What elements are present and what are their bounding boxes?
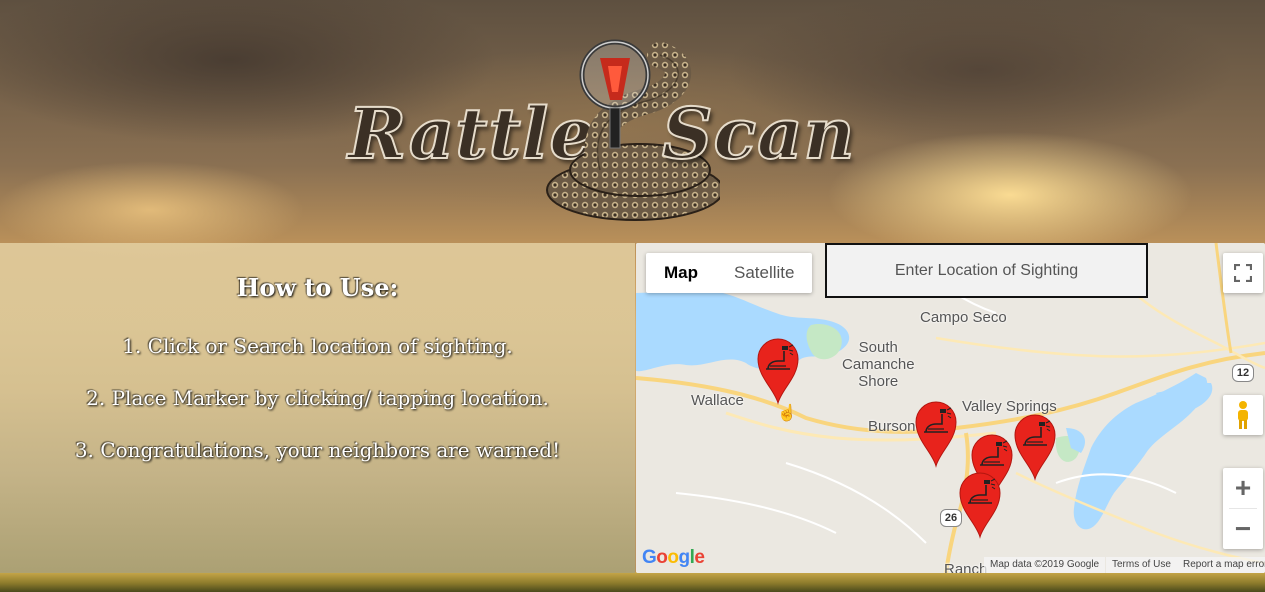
snake-sighting-marker[interactable]: [914, 400, 958, 468]
map-type-control: Map Satellite: [646, 253, 813, 293]
hand-cursor-icon: ☝: [777, 405, 797, 422]
google-logo[interactable]: Google: [642, 547, 705, 569]
place-label-rancho: Ranch: [944, 561, 988, 573]
place-label-wallace: Wallace: [691, 392, 744, 409]
snake-sighting-marker[interactable]: [958, 471, 1002, 539]
snake-sighting-marker[interactable]: [756, 337, 800, 405]
report-map-error-link[interactable]: Report a map error: [1177, 557, 1265, 573]
terms-of-use-link[interactable]: Terms of Use: [1106, 557, 1177, 573]
map-type-satellite-button[interactable]: Satellite: [716, 253, 812, 293]
pegman-icon: [1238, 401, 1248, 429]
map-data-attribution: Map data ©2019 Google: [984, 557, 1106, 573]
how-to-use-panel: How to Use: 1. Click or Search location …: [0, 243, 635, 573]
snake-sighting-marker[interactable]: [1013, 413, 1057, 481]
fullscreen-icon: [1234, 264, 1252, 282]
instruction-step-1: 1. Click or Search location of sighting.: [122, 334, 513, 358]
place-label-campo-seco: Campo Seco: [920, 309, 1007, 326]
sighting-map[interactable]: Campo Seco South Camanche Shore Wallace …: [636, 243, 1265, 573]
location-search-input[interactable]: [825, 243, 1148, 298]
route-shield-12: 12: [1232, 364, 1254, 382]
instruction-step-3: 3. Congratulations, your neighbors are w…: [74, 438, 561, 462]
zoom-control: + −: [1223, 468, 1263, 549]
logo-word-scan: Scan: [661, 91, 856, 176]
place-label-south-camanche-shore: South Camanche Shore: [842, 339, 915, 390]
background-field: [0, 572, 1265, 592]
how-to-use-title: How to Use:: [236, 273, 399, 302]
zoom-in-button[interactable]: +: [1223, 468, 1263, 508]
instruction-step-2: 2. Place Marker by clicking/ tapping loc…: [86, 386, 549, 410]
fullscreen-button[interactable]: [1223, 253, 1263, 293]
zoom-out-button[interactable]: −: [1223, 509, 1263, 549]
street-view-pegman-button[interactable]: [1223, 395, 1263, 435]
app-logo: Rattle Scan: [340, 30, 870, 230]
map-type-map-button[interactable]: Map: [646, 253, 716, 293]
place-label-burson: Burson: [868, 418, 916, 435]
